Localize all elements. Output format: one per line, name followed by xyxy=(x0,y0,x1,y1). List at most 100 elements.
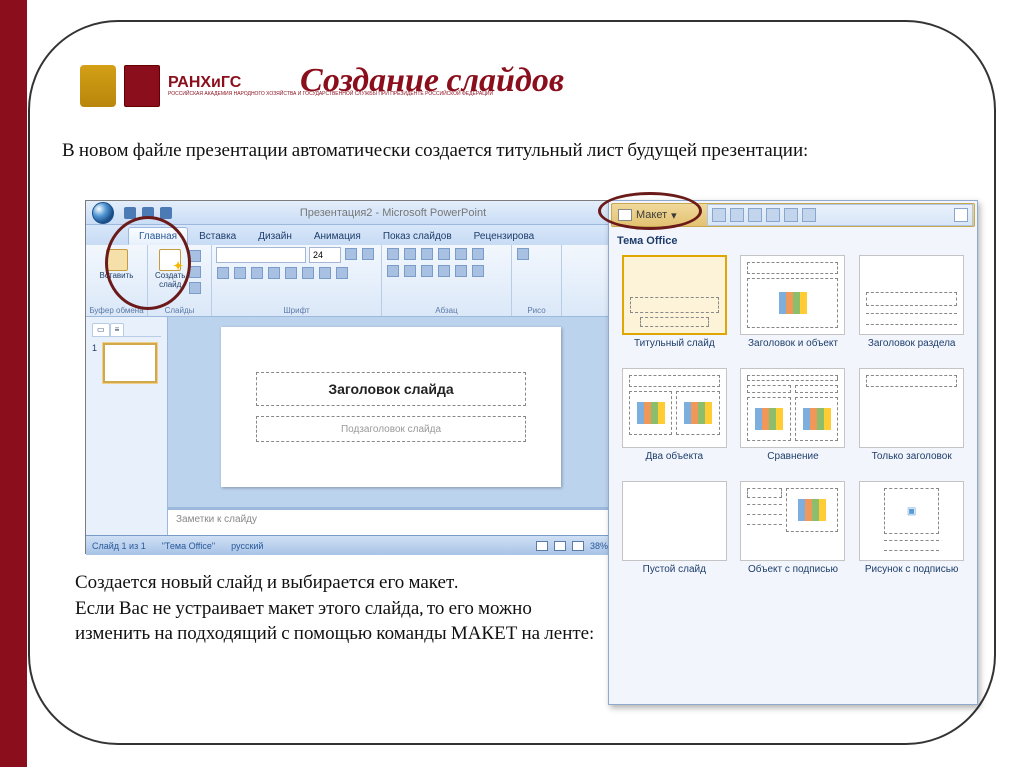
title-placeholder[interactable]: Заголовок слайда xyxy=(256,372,526,406)
slide-thumbnail-1[interactable] xyxy=(103,343,157,383)
layout-picture-caption[interactable]: ▣ Рисунок с подписью xyxy=(854,481,969,588)
strike-icon[interactable] xyxy=(268,267,280,279)
slide-canvas[interactable]: Заголовок слайда Подзаголовок слайда xyxy=(221,327,561,487)
layout-button-label: Макет xyxy=(636,209,667,221)
tab-insert[interactable]: Вставка xyxy=(188,227,247,245)
underline-icon[interactable] xyxy=(251,267,263,279)
side-accent-bar xyxy=(0,0,27,767)
font-size-combo[interactable]: 24 xyxy=(309,247,341,263)
shape-icon[interactable] xyxy=(517,248,529,260)
indent-inc-icon[interactable] xyxy=(438,248,450,260)
ribbon-remnant xyxy=(707,204,973,226)
content-icons-icon xyxy=(684,402,712,424)
layout-content-caption[interactable]: Объект с подписью xyxy=(736,481,851,588)
subtitle-placeholder[interactable]: Подзаголовок слайда xyxy=(256,416,526,442)
shape-fill-icon[interactable] xyxy=(766,208,780,222)
layout-grid: Титульный слайд Заголовок и объект Загол… xyxy=(609,251,977,596)
align-text-icon[interactable] xyxy=(472,265,484,277)
text-direction-icon[interactable] xyxy=(472,248,484,260)
align-right-icon[interactable] xyxy=(421,265,433,277)
font-family-combo[interactable] xyxy=(216,247,306,263)
status-theme: "Тема Office" xyxy=(162,541,215,551)
new-slide-icon: ✦ xyxy=(159,249,181,271)
paste-label: Вставить xyxy=(100,272,134,281)
slides-tab-icon[interactable]: ≡ xyxy=(110,323,125,336)
content-icons-icon xyxy=(637,402,665,424)
bold-icon[interactable] xyxy=(217,267,229,279)
book-icon xyxy=(124,65,160,107)
undo-icon[interactable] xyxy=(142,207,154,219)
layout-title-slide[interactable]: Титульный слайд xyxy=(617,255,732,362)
office-orb[interactable] xyxy=(86,201,120,225)
window-title: Презентация2 - Microsoft PowerPoint xyxy=(172,207,614,219)
layout-blank[interactable]: Пустой слайд xyxy=(617,481,732,588)
indent-dec-icon[interactable] xyxy=(421,248,433,260)
layout-label: Пустой слайд xyxy=(643,564,706,588)
layout-gallery-panel: Макет ▾ Тема Office Титульный слайд xyxy=(608,200,978,705)
shrink-font-icon[interactable] xyxy=(362,248,374,260)
status-bar: Слайд 1 из 1 "Тема Office" русский 38% xyxy=(86,535,614,555)
reset-icon[interactable] xyxy=(189,266,201,278)
tab-design[interactable]: Дизайн xyxy=(247,227,303,245)
paste-icon xyxy=(106,249,128,271)
new-slide-button[interactable]: ✦ Создать слайд xyxy=(152,247,188,295)
shape-effects-icon[interactable] xyxy=(802,208,816,222)
workspace: ▭ ≡ 1 Заголовок слайда Подзаголовок слай… xyxy=(86,317,614,535)
layout-title-content[interactable]: Заголовок и объект xyxy=(736,255,851,362)
numbering-icon[interactable] xyxy=(404,248,416,260)
line-spacing-icon[interactable] xyxy=(455,248,467,260)
tab-animation[interactable]: Анимация xyxy=(303,227,372,245)
layout-icon[interactable] xyxy=(189,250,201,262)
redo-icon[interactable] xyxy=(160,207,172,219)
content-icons-icon xyxy=(798,499,826,521)
tab-home[interactable]: Главная xyxy=(128,227,188,245)
layout-label: Два объекта xyxy=(646,451,704,475)
save-icon[interactable] xyxy=(124,207,136,219)
slide-thumbnails-pane: ▭ ≡ 1 xyxy=(86,317,168,535)
shadow-icon[interactable] xyxy=(285,267,297,279)
layout-comparison[interactable]: Сравнение xyxy=(736,368,851,475)
align-center-icon[interactable] xyxy=(404,265,416,277)
layout-label: Объект с подписью xyxy=(748,564,838,588)
layout-label: Рисунок с подписью xyxy=(865,564,959,588)
outline-tab-icon[interactable]: ▭ xyxy=(92,323,110,336)
powerpoint-window: Презентация2 - Microsoft PowerPoint Глав… xyxy=(85,200,615,554)
quick-styles-icon[interactable] xyxy=(748,208,762,222)
justify-icon[interactable] xyxy=(438,265,450,277)
bullets-icon[interactable] xyxy=(387,248,399,260)
font-color-icon[interactable] xyxy=(336,267,348,279)
notes-pane[interactable]: Заметки к слайду xyxy=(168,507,614,535)
shape-outline-icon[interactable] xyxy=(784,208,798,222)
slide-number-1: 1 xyxy=(92,343,97,353)
shapes-gallery-icon[interactable] xyxy=(712,208,726,222)
columns-icon[interactable] xyxy=(455,265,467,277)
layout-label: Заголовок и объект xyxy=(748,338,838,362)
tab-review[interactable]: Рецензирова xyxy=(463,227,546,245)
emblem-icon xyxy=(80,65,116,107)
status-language: русский xyxy=(231,541,263,551)
content-icons-icon xyxy=(755,408,783,430)
layout-section-header[interactable]: Заголовок раздела xyxy=(854,255,969,362)
find-icon[interactable] xyxy=(954,208,968,222)
arrange-icon[interactable] xyxy=(730,208,744,222)
slideshow-view-icon[interactable] xyxy=(572,541,584,551)
layout-label: Заголовок раздела xyxy=(868,338,956,362)
layout-two-content[interactable]: Два объекта xyxy=(617,368,732,475)
grow-font-icon[interactable] xyxy=(345,248,357,260)
tab-slideshow[interactable]: Показ слайдов xyxy=(372,227,463,245)
layout-label: Титульный слайд xyxy=(634,338,715,362)
sorter-view-icon[interactable] xyxy=(554,541,566,551)
spacing-icon[interactable] xyxy=(302,267,314,279)
gallery-header: Тема Office xyxy=(609,229,977,251)
paste-button[interactable]: Вставить xyxy=(90,247,143,283)
body-paragraph: Создается новый слайд и выбирается его м… xyxy=(75,570,605,647)
page-title: Создание слайдов xyxy=(300,60,564,100)
italic-icon[interactable] xyxy=(234,267,246,279)
normal-view-icon[interactable] xyxy=(536,541,548,551)
case-icon[interactable] xyxy=(319,267,331,279)
align-left-icon[interactable] xyxy=(387,265,399,277)
delete-icon[interactable] xyxy=(189,282,201,294)
layout-title-only[interactable]: Только заголовок xyxy=(854,368,969,475)
group-slides-label: Слайды xyxy=(148,305,211,316)
content-icons-icon xyxy=(803,408,831,430)
